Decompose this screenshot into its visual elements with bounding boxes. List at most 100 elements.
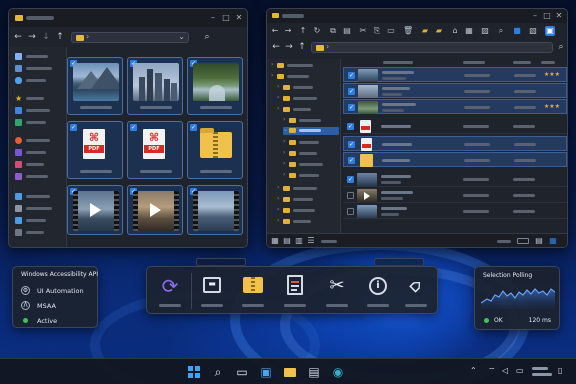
maximize-icon[interactable]: □ xyxy=(220,12,232,24)
checkbox-checked-icon[interactable]: ✓ xyxy=(348,104,355,111)
close-icon[interactable]: ✕ xyxy=(553,10,565,22)
checkbox-checked-icon[interactable]: ✓ xyxy=(348,141,355,148)
copy-path-icon[interactable]: ⎘ xyxy=(373,27,381,35)
tree-item[interactable]: › xyxy=(277,206,337,214)
chevron-right-icon[interactable]: › xyxy=(277,195,279,202)
tree-item[interactable]: › xyxy=(277,195,337,203)
battery-icon[interactable]: ▭ xyxy=(516,366,524,375)
chevron-right-icon[interactable]: › xyxy=(283,160,285,167)
sidebar-item-videos[interactable] xyxy=(15,173,63,181)
tag-icon[interactable]: ⌂ xyxy=(451,27,459,35)
tag-button[interactable]: ⌂ xyxy=(399,267,433,313)
checkbox-checked-icon[interactable]: ✓ xyxy=(347,176,354,183)
rating-stars[interactable]: ★★★ xyxy=(544,103,560,110)
chevron-right-icon[interactable]: › xyxy=(283,171,285,178)
grid-view-icon[interactable]: ▦ xyxy=(465,27,473,35)
file-row[interactable] xyxy=(343,188,567,203)
document-button[interactable] xyxy=(278,267,312,313)
details-view-icon[interactable]: ▤ xyxy=(283,237,291,245)
edge-browser-icon[interactable]: ◉ xyxy=(330,364,346,380)
file-row[interactable] xyxy=(343,204,567,219)
column-header-size[interactable] xyxy=(541,61,555,64)
image-icon[interactable]: ▨ xyxy=(481,27,489,35)
wifi-icon[interactable]: ⌔ xyxy=(488,366,496,376)
back-arrow-icon[interactable]: ← xyxy=(270,41,282,53)
search-icon[interactable]: ⌕ xyxy=(210,364,226,380)
back-arrow-icon[interactable]: ← xyxy=(12,31,24,43)
view-toggle[interactable] xyxy=(517,238,529,244)
notification-icon[interactable]: ▯ xyxy=(558,366,562,375)
sidebar-item-pictures[interactable] xyxy=(15,149,63,157)
column-header-name[interactable] xyxy=(383,61,413,64)
chevron-right-icon[interactable]: › xyxy=(277,83,279,90)
forward-arrow-icon[interactable]: → xyxy=(284,27,292,35)
file-row[interactable]: ✓ ★★★ xyxy=(343,99,567,114)
sidebar-item-drive[interactable] xyxy=(15,205,63,213)
file-tile-zip[interactable]: ✓ xyxy=(187,121,243,179)
tree-item[interactable]: › xyxy=(277,94,337,102)
sidebar-item-music[interactable] xyxy=(15,161,63,169)
forward-arrow-icon[interactable]: → xyxy=(26,31,38,43)
file-tile-video[interactable]: ✓ xyxy=(187,185,243,235)
tree-item[interactable]: › xyxy=(277,217,337,225)
address-bar[interactable]: › xyxy=(311,42,553,53)
list-view-icon[interactable]: ☰ xyxy=(307,237,315,245)
tree-item[interactable]: › xyxy=(283,116,337,124)
rename-icon[interactable]: ▭ xyxy=(387,27,395,35)
column-header-date[interactable] xyxy=(463,61,485,64)
search-icon[interactable]: ⌕ xyxy=(555,41,567,53)
sidebar-item-favorites[interactable]: ★ xyxy=(15,95,63,103)
tree-item[interactable]: › xyxy=(277,105,337,113)
file-explorer-icon[interactable] xyxy=(282,364,298,380)
rating-stars[interactable]: ★★★ xyxy=(544,71,560,78)
new-folder-icon[interactable]: ▰ xyxy=(421,27,429,35)
chevron-right-icon[interactable]: › xyxy=(283,149,285,156)
layout-icon[interactable]: ▧ xyxy=(529,27,537,35)
sidebar-item-documents[interactable] xyxy=(15,137,63,145)
tree-item[interactable]: › xyxy=(283,160,337,168)
title-bar[interactable]: – □ ✕ xyxy=(267,9,567,23)
zip-folder-button[interactable] xyxy=(236,267,270,313)
chevron-up-icon[interactable]: ⌃ xyxy=(470,366,477,375)
scissors-icon[interactable]: ✂ xyxy=(359,27,367,35)
details-view-icon[interactable]: ▤ xyxy=(535,237,543,245)
start-button[interactable] xyxy=(186,364,202,380)
archive-button[interactable]: ▬ xyxy=(195,267,229,313)
sidebar-item-gallery[interactable] xyxy=(15,65,63,73)
file-tile-image[interactable]: ✓ xyxy=(67,57,123,115)
chevron-right-icon[interactable]: › xyxy=(271,72,273,79)
up-arrow-icon[interactable]: ↑ xyxy=(296,41,308,53)
file-tile-video[interactable]: ✓ xyxy=(127,185,183,235)
copy-icon[interactable]: ⧉ xyxy=(329,27,337,35)
minimize-icon[interactable]: – xyxy=(529,10,541,22)
file-row[interactable]: ✓ xyxy=(343,119,567,134)
sidebar-item-home[interactable] xyxy=(15,53,63,61)
info-icon[interactable]: ■ xyxy=(513,27,521,35)
column-headers[interactable] xyxy=(343,59,567,67)
details-pane-icon[interactable]: ▣ xyxy=(545,26,555,36)
delete-icon[interactable]: 🗑 xyxy=(403,27,413,35)
file-tile-video[interactable]: ✓ xyxy=(67,185,123,235)
file-row[interactable]: ✓ xyxy=(343,83,567,98)
tree-item[interactable]: › xyxy=(283,171,337,179)
chevron-right-icon[interactable]: › xyxy=(277,184,279,191)
tree-item[interactable]: › xyxy=(271,72,337,80)
info-button[interactable]: i xyxy=(361,267,395,313)
maximize-icon[interactable]: □ xyxy=(541,10,553,22)
checkbox-checked-icon[interactable]: ✓ xyxy=(130,124,137,131)
checkbox-checked-icon[interactable]: ✓ xyxy=(70,124,77,131)
title-bar[interactable]: – □ ✕ xyxy=(9,9,247,27)
chevron-down-icon[interactable]: ⌄ xyxy=(283,126,288,133)
chevron-right-icon[interactable]: › xyxy=(277,105,279,112)
thumbnail-view-icon[interactable]: ▦ xyxy=(549,237,557,245)
volume-icon[interactable]: ◁ xyxy=(502,366,508,375)
chevron-right-icon[interactable]: › xyxy=(277,206,279,213)
up-arrow-icon[interactable]: ↑ xyxy=(54,31,66,43)
sidebar-item-desktop[interactable] xyxy=(15,107,63,115)
clock[interactable] xyxy=(532,367,548,370)
chevron-right-icon[interactable]: › xyxy=(283,116,285,123)
chevron-right-icon[interactable]: › xyxy=(277,94,279,101)
recent-icon[interactable]: ↓ xyxy=(40,31,52,43)
chevron-right-icon[interactable]: › xyxy=(271,61,273,68)
forward-arrow-icon[interactable]: → xyxy=(283,41,295,53)
